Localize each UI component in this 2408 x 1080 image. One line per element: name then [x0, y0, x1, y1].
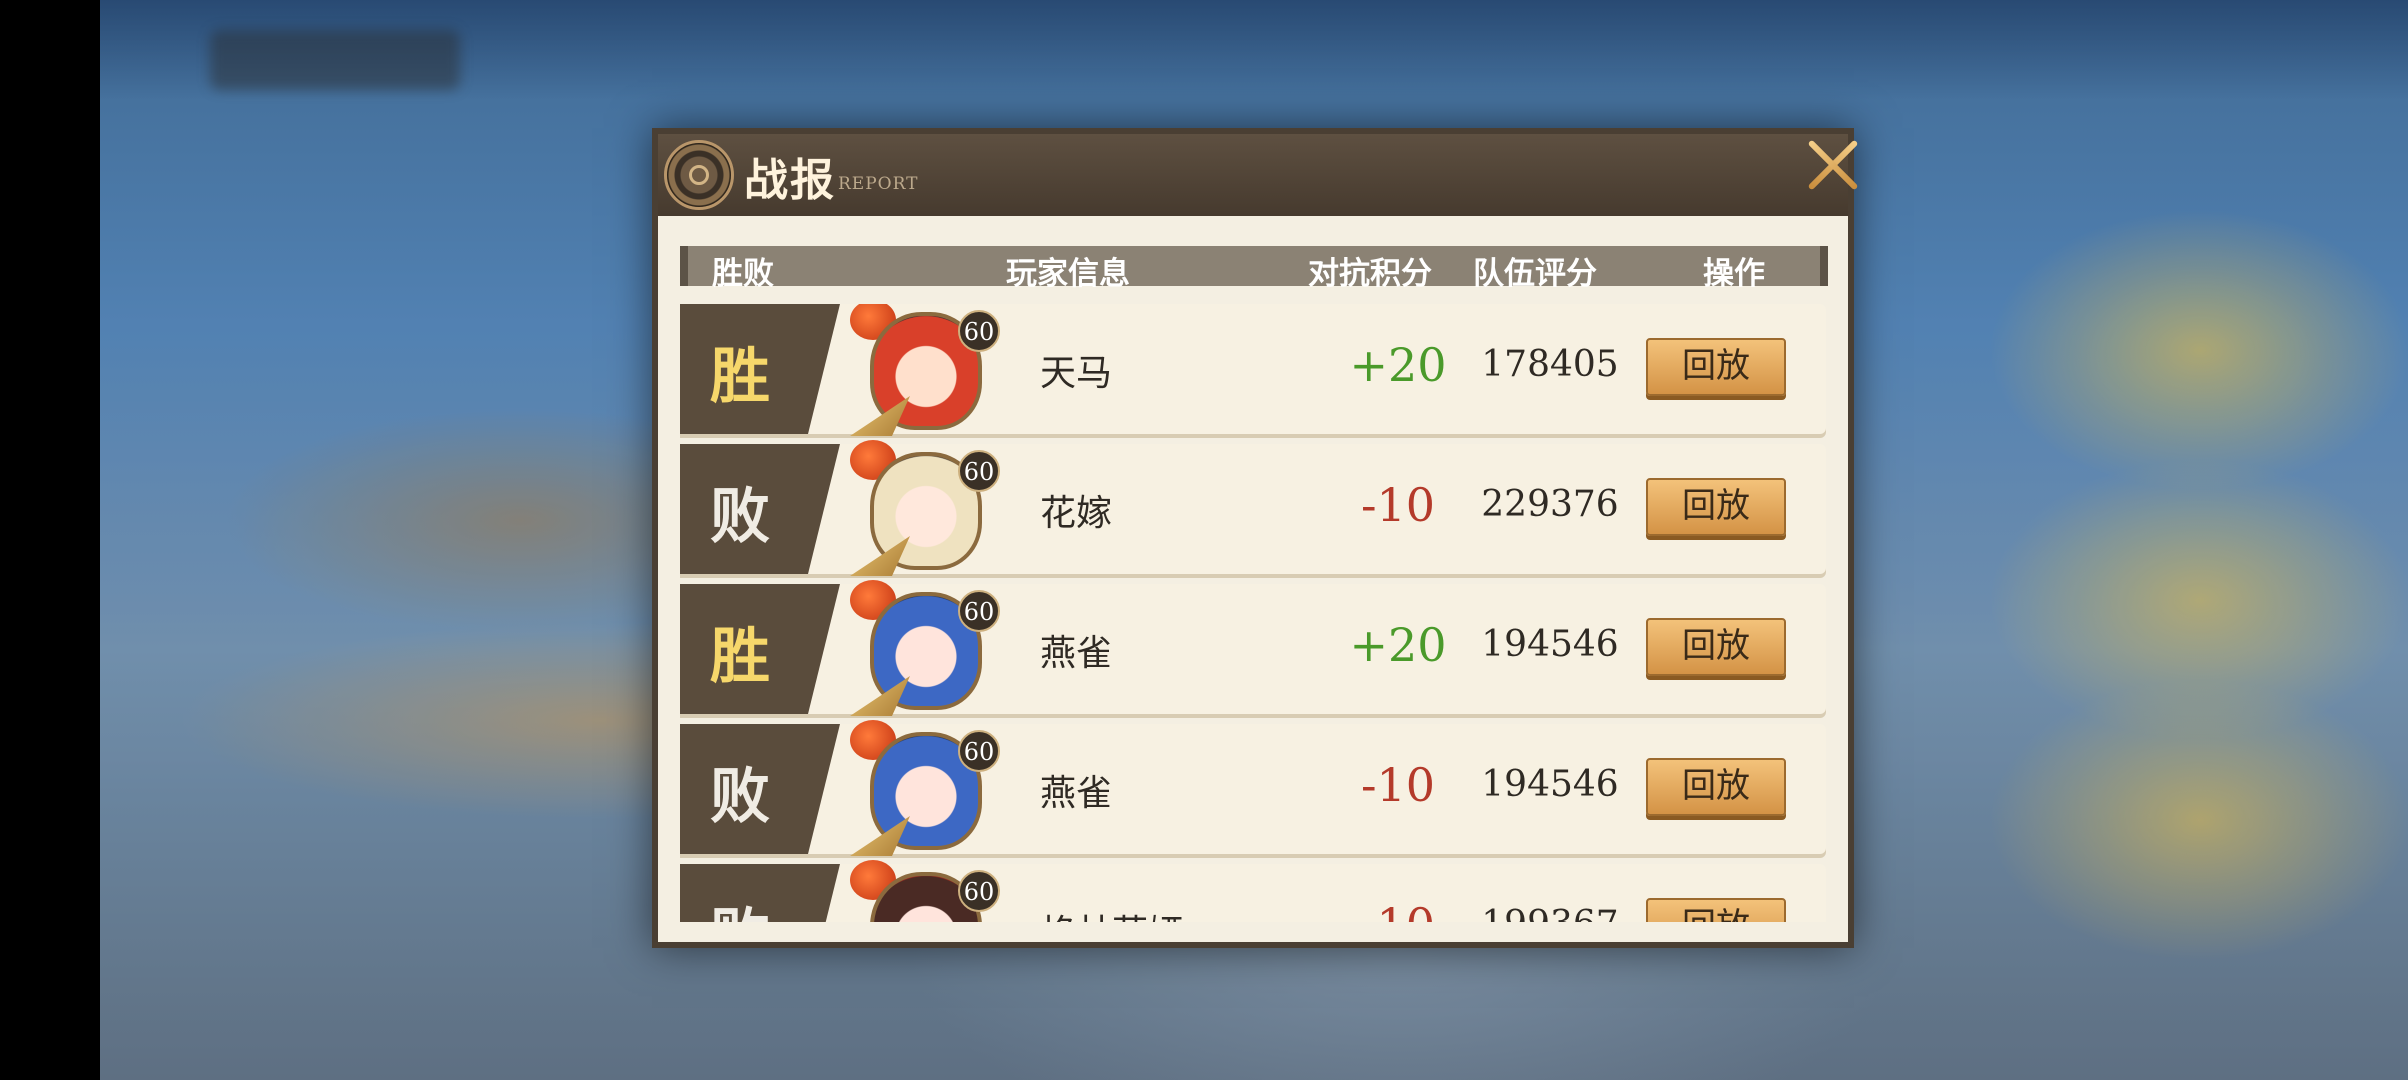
report-row: 败 60 燕雀 -10 194546 回放	[680, 720, 1826, 856]
level-badge: 60	[958, 870, 1000, 912]
player-name: 格林菲娅	[1040, 904, 1184, 922]
close-icon[interactable]	[1798, 128, 1868, 198]
player-name: 花嫁	[1040, 493, 1113, 534]
player-avatar[interactable]: 60	[850, 304, 1000, 436]
replay-button[interactable]: 回放	[1646, 618, 1786, 676]
player-avatar[interactable]: 60	[850, 720, 1000, 856]
result-text: 败	[710, 482, 770, 552]
arena-score: -10	[1360, 758, 1436, 812]
dialog-title: 战报	[744, 155, 836, 206]
table-header: 胜败 玩家信息 对抗积分 队伍评分 操作	[680, 246, 1828, 292]
replay-button[interactable]: 回放	[1646, 898, 1786, 922]
result-badge: 败	[680, 724, 840, 854]
team-rating: 194546	[1481, 764, 1619, 805]
arena-score: -10	[1360, 478, 1436, 532]
team-rating: 199367	[1470, 904, 1630, 922]
arena-score: +20	[1349, 338, 1447, 392]
result-badge: 胜	[680, 304, 840, 434]
level-badge: 60	[958, 730, 1000, 772]
level-badge: 60	[958, 310, 1000, 352]
header-player-info: 玩家信息	[1006, 256, 1130, 292]
player-name: 燕雀	[1040, 773, 1113, 814]
arena-score: +20	[1349, 618, 1447, 672]
result-text: 败	[710, 888, 770, 922]
team-rating: 178405	[1481, 344, 1619, 385]
result-text: 胜	[710, 622, 770, 692]
level-badge: 60	[958, 590, 1000, 632]
result-badge: 胜	[680, 584, 840, 714]
header-team-rating: 队伍评分	[1473, 256, 1597, 292]
team-rating: 194546	[1481, 624, 1619, 665]
report-row: 胜 60 燕雀 +20 194546 回放	[680, 580, 1826, 716]
dialog-subtitle: REPORT	[838, 174, 919, 194]
result-text: 胜	[710, 342, 770, 412]
battle-report-dialog: 战报 REPORT 胜败 玩家信息 对抗积分 队伍评分 操作 胜 60 天马 +…	[652, 128, 1854, 948]
level-badge: 60	[958, 450, 1000, 492]
result-badge: 败	[680, 864, 840, 922]
player-name: 燕雀	[1040, 633, 1113, 674]
player-avatar[interactable]: 60	[850, 440, 1000, 576]
report-emblem-icon	[664, 140, 734, 210]
player-avatar[interactable]: 60	[850, 580, 1000, 716]
player-avatar[interactable]: 60	[850, 860, 1000, 922]
header-result: 胜败	[712, 256, 774, 292]
report-row: 败 60 格林菲娅 -10 199367 回放	[680, 860, 1826, 922]
background-title-blur	[210, 30, 460, 90]
replay-button[interactable]: 回放	[1646, 758, 1786, 816]
header-score: 对抗积分	[1308, 256, 1432, 292]
replay-button[interactable]: 回放	[1646, 478, 1786, 536]
screen-left-bezel	[0, 0, 100, 1080]
player-name: 天马	[1040, 353, 1113, 394]
header-action: 操作	[1703, 256, 1765, 292]
result-badge: 败	[680, 444, 840, 574]
report-row: 胜 60 天马 +20 178405 回放	[680, 304, 1826, 436]
report-list[interactable]: 胜 60 天马 +20 178405 回放 败 60 花嫁 -10 229376…	[680, 304, 1828, 922]
result-text: 败	[710, 762, 770, 832]
team-rating: 229376	[1481, 484, 1619, 525]
replay-button[interactable]: 回放	[1646, 338, 1786, 396]
dialog-header: 战报 REPORT	[658, 134, 1848, 216]
arena-score: -10	[1318, 898, 1478, 922]
report-row: 败 60 花嫁 -10 229376 回放	[680, 440, 1826, 576]
